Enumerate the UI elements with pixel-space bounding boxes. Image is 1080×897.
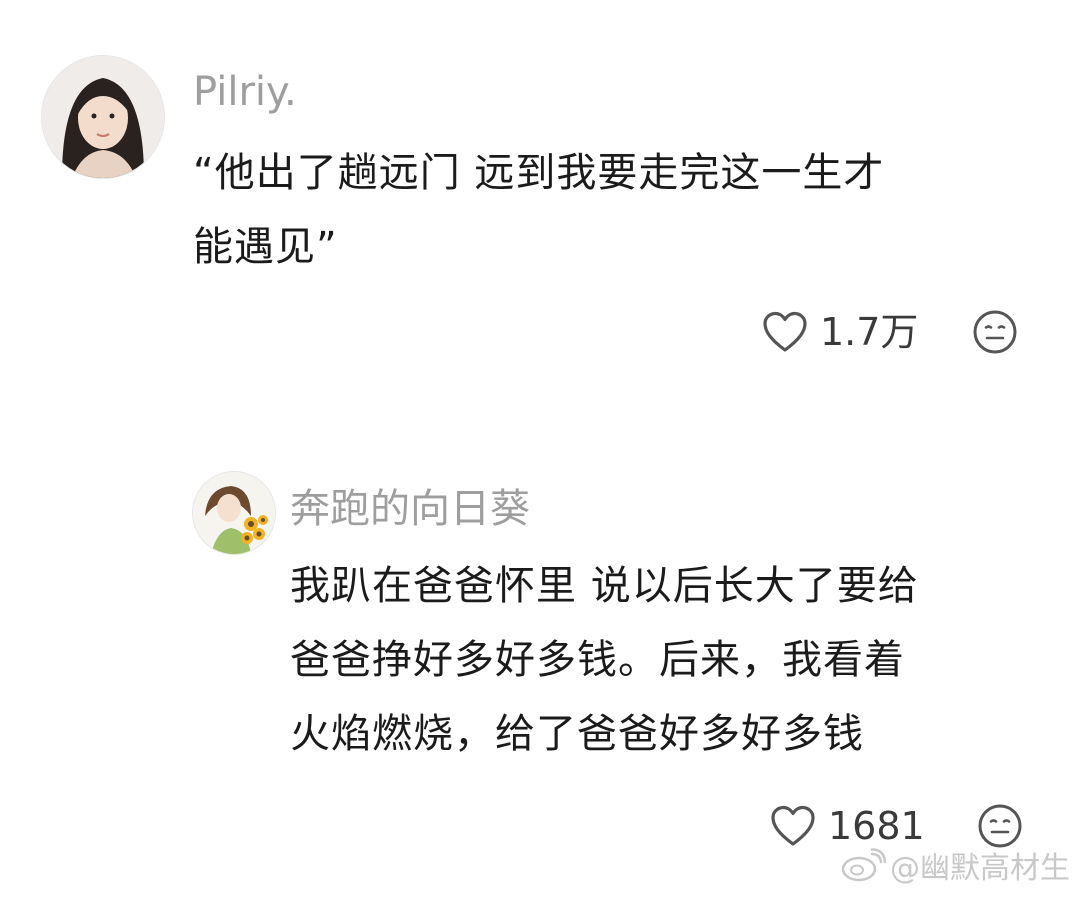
comment-text: 我趴在爸爸怀里 说以后长大了要给 爸爸挣好多好多钱。后来，我看着 火焰燃烧，给了… — [290, 549, 919, 771]
comment-text-line: 我趴在爸爸怀里 说以后长大了要给 — [290, 563, 919, 609]
dislike-button[interactable] — [972, 309, 1018, 355]
heart-outline-icon — [763, 311, 807, 352]
username[interactable]: Pilriy. — [193, 72, 297, 112]
avatar-girl-sunflowers-icon — [193, 472, 275, 554]
comment-text-line: 爸爸挣好多好多钱。后来，我看着 — [290, 637, 905, 683]
like-count: 1.7万 — [820, 310, 919, 354]
avatar[interactable] — [41, 55, 165, 179]
comment-actions: 1.7万 — [762, 307, 1018, 357]
comment-text: “他出了趟远门 远到我要走完这一生才 能遇见” — [193, 136, 884, 284]
avatar[interactable] — [192, 471, 276, 555]
comment-text-line: 火焰燃烧，给了爸爸好多好多钱 — [290, 711, 864, 757]
comment-text-line: “他出了趟远门 远到我要走完这一生才 — [193, 150, 885, 196]
watermark-text: @幽默高材生 — [890, 851, 1070, 886]
heart-outline-icon — [771, 805, 815, 846]
like-count: 1681 — [828, 804, 925, 848]
like-button[interactable]: 1.7万 — [762, 311, 918, 353]
watermark: @幽默高材生 — [840, 843, 1070, 887]
avatar-girl-portrait-icon — [42, 56, 164, 178]
meh-face-icon — [973, 310, 1017, 354]
like-button[interactable]: 1681 — [770, 805, 925, 847]
username[interactable]: 奔跑的向日葵 — [290, 489, 530, 529]
weibo-logo-icon — [841, 848, 886, 882]
comment-text-line: 能遇见” — [193, 224, 338, 270]
